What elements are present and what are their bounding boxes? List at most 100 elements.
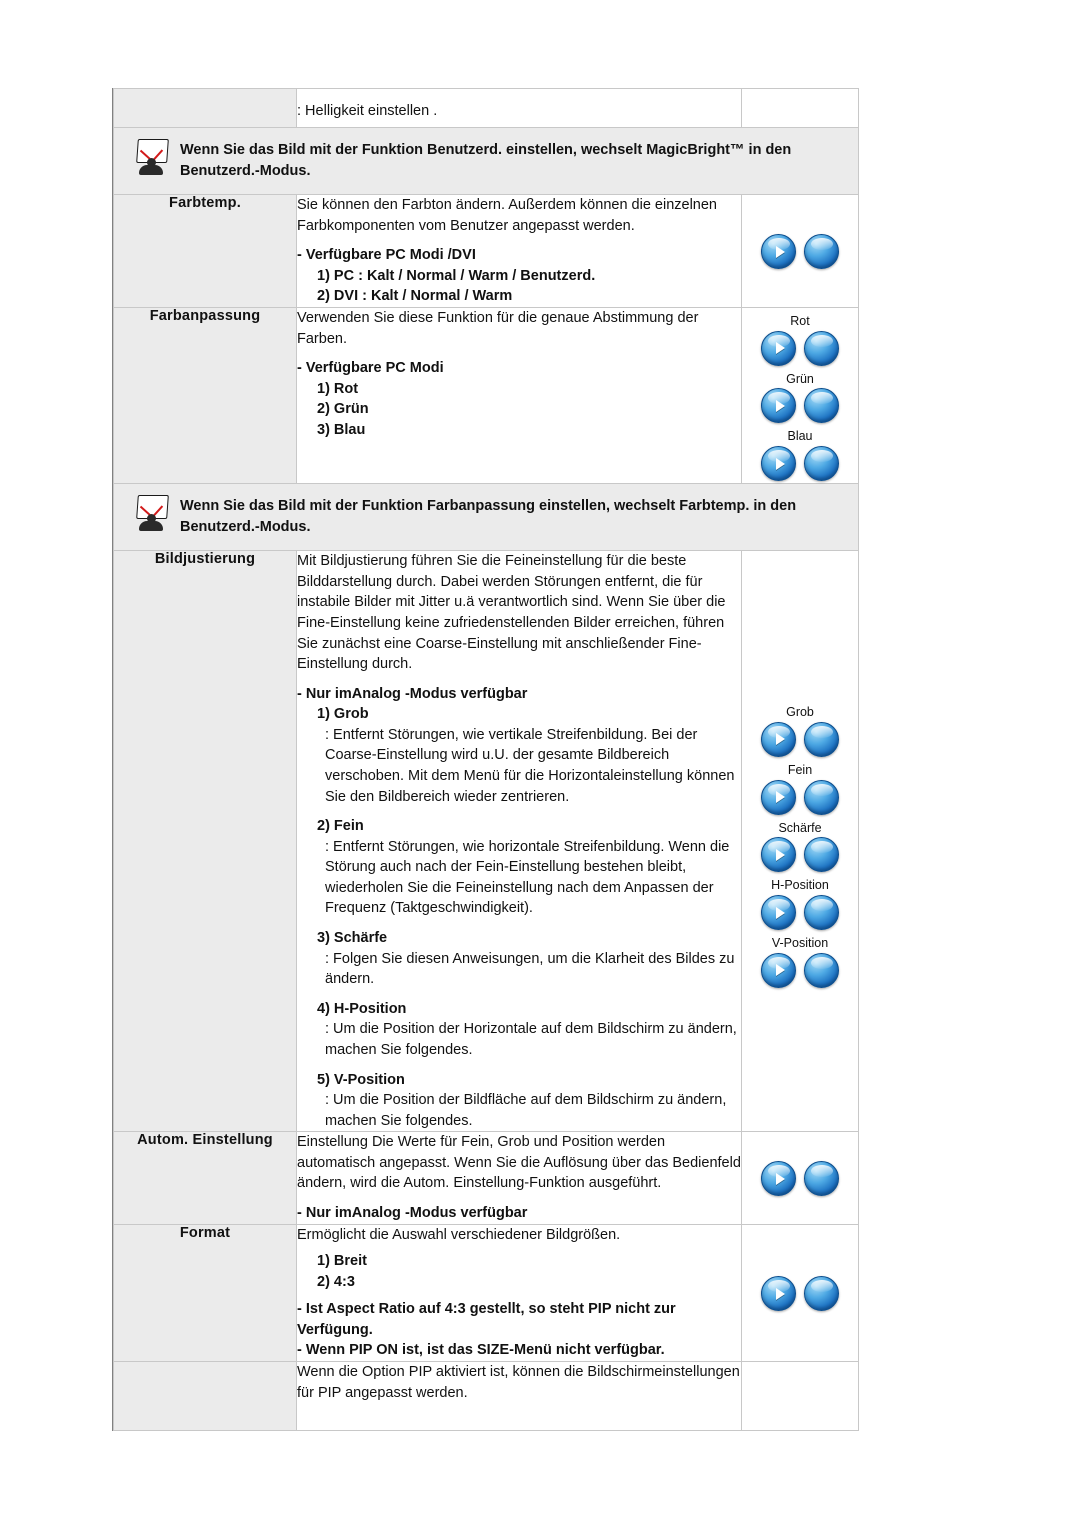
table-row-farbanpassung: Farbanpassung Verwenden Sie diese Funkti… [113, 306, 859, 485]
autom-controls [741, 1131, 859, 1225]
play-button-left[interactable] [761, 952, 796, 988]
play-button-left[interactable] [761, 1276, 796, 1312]
play-button-right[interactable] [804, 952, 839, 988]
control-label-h-position: H-Position [771, 878, 829, 893]
farbanpassung-head: - Verfügbare PC Modi [297, 360, 444, 377]
button-pair[interactable] [742, 1276, 858, 1312]
play-button-right[interactable] [804, 721, 839, 757]
control-cell-empty [741, 88, 859, 128]
bildjustierung-item-1: 1) Grob [317, 706, 369, 723]
control-group-fein: Fein [742, 762, 858, 815]
button-pair[interactable] [742, 895, 858, 931]
farbtemp-item-1: 1) PC : Kalt / Normal / Warm / Benutzerd… [317, 267, 596, 284]
bildjustierung-item-3: 3) Schärfe [317, 930, 388, 947]
control-label-gruen: Grün [786, 371, 814, 386]
farbanpassung-item-3: 3) Blau [317, 421, 366, 438]
brightness-description: : Helligkeit einstellen . [296, 88, 742, 128]
table-row-format: Format Ermöglicht die Auswahl verschiede… [113, 1223, 859, 1363]
play-button-right[interactable] [804, 388, 839, 424]
farbtemp-description: Sie können den Farbton ändern. Außerdem … [296, 194, 742, 308]
note-text: Wenn Sie das Bild mit der Funktion Benut… [180, 142, 792, 180]
farbtemp-controls [741, 194, 859, 308]
control-group-gruen: Grün [742, 371, 858, 424]
row-label-autom-einstellung: Autom. Einstellung [113, 1131, 297, 1225]
farbanpassung-item-2: 2) Grün [317, 401, 369, 418]
autom-description: Einstellung Die Werte für Fein, Grob und… [296, 1131, 742, 1225]
control-group-schaerfe: Schärfe [742, 821, 858, 873]
play-button-left[interactable] [761, 234, 796, 270]
note-row-farbanpassung: Wenn Sie das Bild mit der Funktion Farba… [113, 483, 859, 552]
table-row-farbtemp: Farbtemp. Sie können den Farbton ändern.… [113, 194, 859, 308]
row-label-farbanpassung: Farbanpassung [113, 306, 297, 485]
control-label-blau: Blau [787, 429, 813, 444]
control-label-fein: Fein [787, 762, 813, 777]
play-button-left[interactable] [761, 330, 796, 366]
farbtemp-head: - Verfügbare PC Modi /DVI [297, 247, 476, 264]
bildjustierung-item-5-desc: : Um die Position der Bildfläche auf dem… [325, 1092, 727, 1129]
row-label-empty [113, 88, 297, 128]
play-button-right[interactable] [804, 446, 839, 482]
button-pair[interactable] [742, 1161, 858, 1197]
bildjustierung-description: Mit Bildjustierung führen Sie die Feinei… [296, 550, 742, 1133]
play-button-left[interactable] [761, 895, 796, 931]
play-button-left[interactable] [761, 388, 796, 424]
note-banner: Wenn Sie das Bild mit der Funktion Benut… [114, 128, 858, 195]
format-paragraph: Ermöglicht die Auswahl verschiedener Bil… [297, 1226, 621, 1243]
table-row-bildjustierung: Bildjustierung Mit Bildjustierung führen… [113, 550, 859, 1133]
row-label-bildjustierung: Bildjustierung [113, 550, 297, 1133]
button-pair[interactable] [742, 721, 858, 757]
play-button-left[interactable] [761, 837, 796, 873]
bildjustierung-head: - Nur imAnalog -Modus verfügbar [297, 685, 528, 702]
note-cell: Wenn Sie das Bild mit der Funktion Farba… [113, 483, 859, 552]
bildjustierung-item-2: 2) Fein [317, 818, 364, 835]
control-label-v-position: V-Position [771, 936, 829, 951]
autom-head: - Nur imAnalog -Modus verfügbar [297, 1204, 528, 1221]
brightness-text: : Helligkeit einstellen . [297, 103, 438, 119]
play-button-right[interactable] [804, 895, 839, 931]
button-pair[interactable] [742, 952, 858, 988]
bildjustierung-item-4-desc: : Um die Position der Horizontale auf de… [325, 1021, 737, 1058]
button-pair[interactable] [742, 837, 858, 873]
play-button-right[interactable] [804, 330, 839, 366]
button-pair[interactable] [742, 234, 858, 270]
farbanpassung-item-1: 1) Rot [317, 380, 359, 397]
table-row-autom-einstellung: Autom. Einstellung Einstellung Die Werte… [113, 1131, 859, 1225]
autom-paragraph: Einstellung Die Werte für Fein, Grob und… [297, 1134, 741, 1192]
button-pair[interactable] [742, 446, 858, 482]
bildjustierung-item-3-desc: : Folgen Sie diesen Anweisungen, um die … [325, 950, 735, 988]
control-group-v-position: V-Position [742, 936, 858, 988]
control-group-h-position: H-Position [742, 878, 858, 931]
farbanpassung-description: Verwenden Sie diese Funktion für die gen… [296, 306, 742, 485]
play-button-right[interactable] [804, 837, 839, 873]
note-presenter-icon [134, 139, 170, 175]
row-label-format: Format [113, 1223, 297, 1363]
farbtemp-item-2: 2) DVI : Kalt / Normal / Warm [317, 288, 513, 305]
button-pair[interactable] [742, 388, 858, 424]
play-button-left[interactable] [761, 1161, 796, 1197]
bildjustierung-controls: Grob Fein Schärfe H-Position V-Position [741, 550, 859, 1133]
format-note-1: - Ist Aspect Ratio auf 4:3 gestellt, so … [297, 1301, 676, 1338]
play-button-right[interactable] [804, 234, 839, 270]
bildjustierung-item-1-desc: : Entfernt Störungen, wie vertikale Stre… [325, 726, 735, 805]
control-group-rot: Rot [742, 314, 858, 366]
format-note-2: - Wenn PIP ON ist, ist das SIZE-Menü nic… [297, 1342, 665, 1359]
settings-table: : Helligkeit einstellen . Wenn Sie das B… [113, 88, 859, 1432]
table-row: : Helligkeit einstellen . [113, 88, 859, 128]
farbanpassung-controls: Rot Grün Blau [741, 306, 859, 485]
pip-controls-empty [741, 1361, 859, 1432]
pip-text: Wenn die Option PIP aktiviert ist, könne… [297, 1364, 740, 1401]
button-pair[interactable] [742, 330, 858, 366]
format-item-1: 1) Breit [317, 1253, 367, 1270]
play-button-left[interactable] [761, 721, 796, 757]
control-group-grob: Grob [742, 705, 858, 757]
play-button-right[interactable] [804, 1161, 839, 1197]
play-button-right[interactable] [804, 1276, 839, 1312]
note-row-magicbright: Wenn Sie das Bild mit der Funktion Benut… [113, 126, 859, 196]
play-button-left[interactable] [761, 779, 796, 815]
row-label-pip-empty [113, 1361, 297, 1432]
farbanpassung-paragraph: Verwenden Sie diese Funktion für die gen… [297, 309, 699, 347]
play-button-left[interactable] [761, 446, 796, 482]
bildjustierung-item-5: 5) V-Position [317, 1071, 405, 1088]
play-button-right[interactable] [804, 779, 839, 815]
button-pair[interactable] [742, 779, 858, 815]
